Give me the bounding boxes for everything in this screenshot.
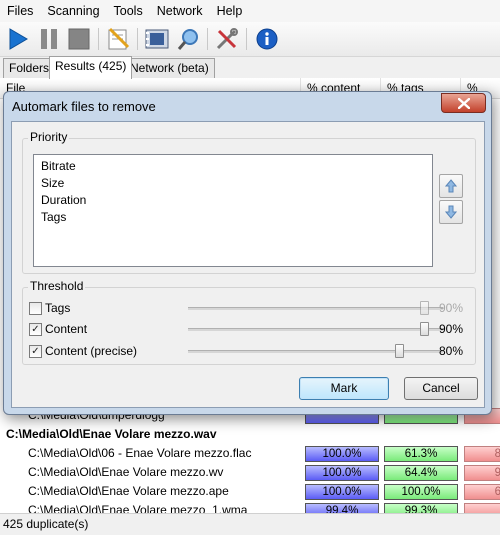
tags-percent: 100.0%: [384, 484, 458, 500]
cancel-button[interactable]: Cancel: [404, 377, 478, 400]
table-row[interactable]: C:\Media\Old\Enae Volare mezzo.wv 100.0%…: [0, 463, 500, 482]
table-row[interactable]: C:\Media\Old\Enae Volare mezzo.ape 100.0…: [0, 482, 500, 501]
list-item[interactable]: Size: [41, 176, 64, 190]
precise-percent: 92: [464, 465, 500, 481]
search-icon[interactable]: [175, 26, 201, 52]
menu-bar: Files Scanning Tools Network Help: [0, 0, 500, 22]
content-checkbox-label: Content: [45, 322, 88, 336]
content-threshold-value: 90%: [438, 322, 463, 336]
content-precise-slider-thumb[interactable]: [395, 344, 404, 358]
content-percent: 99.4%: [305, 503, 379, 513]
media-icon[interactable]: [144, 26, 170, 52]
content-percent: 100.0%: [305, 465, 379, 481]
content-checkbox[interactable]: ✓: [29, 323, 42, 336]
content-percent: 100.0%: [305, 484, 379, 500]
dialog-title: Automark files to remove: [12, 99, 156, 114]
priority-group: Priority Bitrate Size Duration Tags: [22, 130, 476, 274]
tab-network[interactable]: Network (beta): [124, 58, 215, 78]
file-name: C:\Media\Old\Enae Volare mezzo.ape: [28, 484, 229, 498]
close-icon: [457, 97, 470, 109]
content-precise-checkbox-label: Content (precise): [45, 344, 138, 358]
menu-help[interactable]: Help: [210, 0, 250, 22]
content-slider[interactable]: [188, 328, 443, 331]
move-up-button[interactable]: [439, 174, 463, 198]
group-file-name: C:\Media\Old\Enae Volare mezzo.wav: [6, 427, 217, 441]
content-precise-threshold-value: 80%: [438, 344, 463, 358]
tags-checkbox[interactable]: [29, 302, 42, 315]
precise-percent: 88: [464, 446, 500, 462]
file-name: C:\Media\Old\Enae Volare mezzo_1.wma: [28, 503, 248, 513]
tab-strip: Folders Results (425) Network (beta): [0, 56, 500, 79]
menu-files[interactable]: Files: [0, 0, 40, 22]
tags-slider[interactable]: [188, 307, 443, 310]
priority-list[interactable]: Bitrate Size Duration Tags: [33, 154, 433, 267]
tools-icon[interactable]: [214, 26, 240, 52]
menu-scanning[interactable]: Scanning: [40, 0, 106, 22]
precise-percent: 62: [464, 484, 500, 500]
threshold-label: Threshold: [28, 279, 86, 293]
threshold-group: Threshold Tags 90% ✓ Content 90% ✓ Conte…: [22, 279, 476, 365]
dialog-body: Priority Bitrate Size Duration Tags Thre…: [11, 121, 485, 408]
tags-percent: 99.3%: [384, 503, 458, 513]
content-percent: 100.0%: [305, 446, 379, 462]
tags-checkbox-label: Tags: [45, 301, 71, 315]
stop-icon[interactable]: [66, 26, 92, 52]
content-precise-slider[interactable]: [188, 350, 443, 353]
mark-button[interactable]: Mark: [299, 377, 389, 400]
table-row[interactable]: C:\Media\Old\Enae Volare mezzo_1.wma 99.…: [0, 501, 500, 513]
tab-results[interactable]: Results (425): [49, 56, 133, 79]
list-item[interactable]: Bitrate: [41, 159, 76, 173]
tab-folders[interactable]: Folders: [3, 58, 56, 78]
content-precise-checkbox[interactable]: ✓: [29, 345, 42, 358]
info-icon[interactable]: [254, 26, 280, 52]
arrow-down-icon: [445, 205, 457, 219]
menu-network[interactable]: Network: [150, 0, 210, 22]
precise-percent: [464, 503, 500, 513]
list-item[interactable]: Tags: [41, 210, 66, 224]
file-name: C:\Media\Old\06 - Enae Volare mezzo.flac: [28, 446, 252, 460]
tags-percent: 61.3%: [384, 446, 458, 462]
close-button[interactable]: [441, 93, 486, 113]
table-row[interactable]: C:\Media\Old\06 - Enae Volare mezzo.flac…: [0, 444, 500, 463]
status-bar: 425 duplicate(s): [0, 513, 500, 535]
arrow-up-icon: [445, 179, 457, 193]
list-item[interactable]: Duration: [41, 193, 86, 207]
priority-label: Priority: [28, 130, 70, 144]
toolbar: [0, 22, 500, 57]
play-icon[interactable]: [5, 26, 31, 52]
tags-threshold-value: 90%: [438, 301, 463, 315]
automark-dialog: Automark files to remove Priority Bitrat…: [3, 91, 492, 415]
automark-icon[interactable]: [105, 26, 131, 52]
pause-icon[interactable]: [36, 26, 62, 52]
file-name: C:\Media\Old\Enae Volare mezzo.wv: [28, 465, 224, 479]
content-slider-thumb[interactable]: [420, 322, 429, 336]
move-down-button[interactable]: [439, 200, 463, 224]
tags-slider-thumb[interactable]: [420, 301, 429, 315]
tags-percent: 64.4%: [384, 465, 458, 481]
menu-tools[interactable]: Tools: [107, 0, 150, 22]
table-row-group[interactable]: C:\Media\Old\Enae Volare mezzo.wav: [0, 425, 500, 444]
